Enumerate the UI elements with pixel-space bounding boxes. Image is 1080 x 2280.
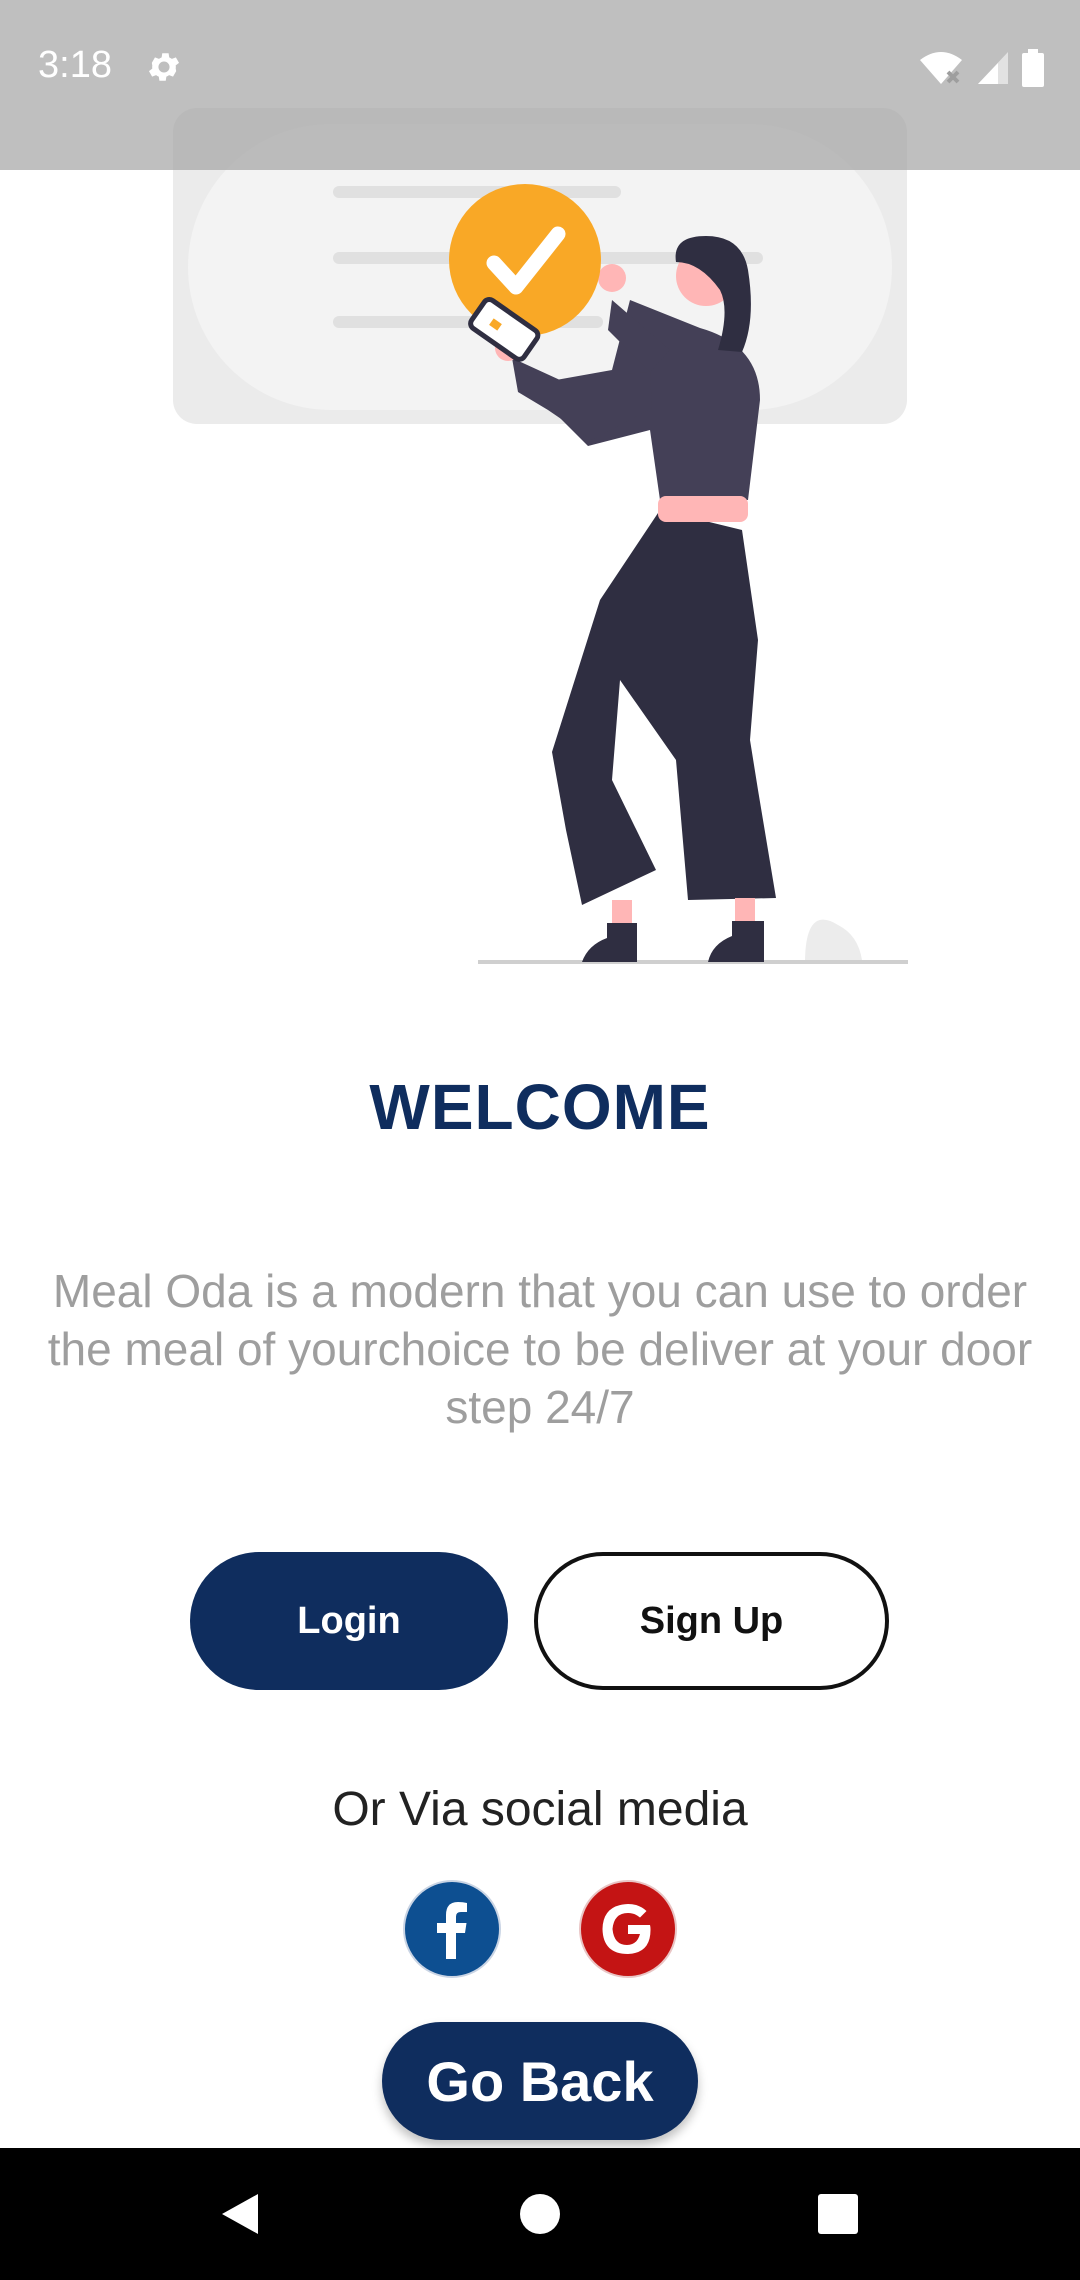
home-icon (520, 2194, 560, 2234)
nav-back-button[interactable] (204, 2178, 276, 2250)
checkmark-icon (449, 184, 601, 336)
nav-home-button[interactable] (504, 2178, 576, 2250)
facebook-login-button[interactable] (403, 1880, 501, 1978)
battery-icon (1022, 49, 1044, 87)
status-bar: 3:18 (0, 0, 1080, 170)
nav-recents-button[interactable] (802, 2178, 874, 2250)
signup-button-label: Sign Up (639, 1599, 784, 1642)
back-icon (222, 2194, 258, 2234)
signup-button[interactable]: Sign Up (534, 1552, 889, 1690)
welcome-screen: 3:18 WELCOME Meal Oda is a modern that y… (0, 0, 1080, 2280)
wifi-icon (920, 52, 962, 84)
settings-icon (148, 53, 180, 81)
page-title: WELCOME (369, 1071, 711, 1143)
google-login-button[interactable] (579, 1880, 677, 1978)
facebook-icon (437, 1902, 467, 1959)
google-icon (602, 1904, 651, 1954)
go-back-button-label: Go Back (426, 2049, 654, 2113)
login-button[interactable]: Login (190, 1552, 508, 1690)
navigation-bar (0, 2148, 1080, 2280)
status-time: 3:18 (38, 44, 112, 86)
recents-icon (818, 2194, 858, 2234)
signal-icon (978, 52, 1008, 84)
go-back-button[interactable]: Go Back (382, 2022, 698, 2140)
social-caption: Or Via social media (332, 1783, 748, 1836)
app-description: Meal Oda is a modern that you can use to… (47, 1265, 1033, 1433)
status-icons (918, 48, 1044, 88)
login-button-label: Login (297, 1599, 401, 1642)
